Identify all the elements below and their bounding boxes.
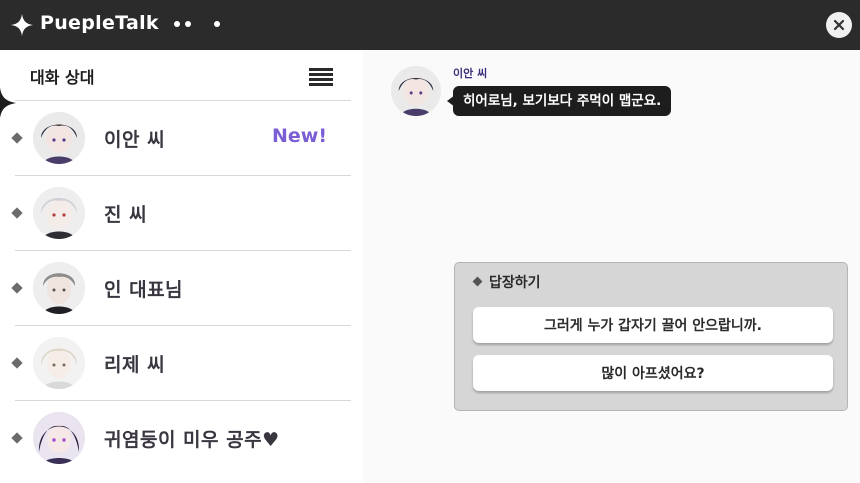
sparkle-icon [11, 14, 33, 36]
avatar [33, 112, 85, 164]
contact-item-miu[interactable]: 귀염둥이 미우 공주♥ [0, 401, 363, 476]
contact-name: 귀염둥이 미우 공주♥ [104, 429, 280, 451]
avatar [33, 412, 85, 464]
contact-item-jin[interactable]: 진 씨 [0, 176, 363, 251]
contact-item-rize[interactable]: 리제 씨 [0, 326, 363, 401]
new-badge: New! [272, 125, 328, 147]
app-title: PuepleTalk [40, 12, 159, 34]
decorative-dot [185, 21, 191, 27]
avatar [33, 187, 85, 239]
contact-name: 리제 씨 [104, 354, 166, 376]
diamond-bullet-icon [11, 132, 23, 144]
contact-name: 진 씨 [104, 204, 148, 226]
reply-title: 답장하기 [489, 275, 541, 291]
contact-item-in[interactable]: 인 대표님 [0, 251, 363, 326]
decorative-dot [214, 21, 220, 27]
contact-name: 이안 씨 [104, 129, 166, 151]
reply-option-button[interactable]: 많이 아프셨어요? [473, 355, 833, 391]
sidebar-header: 대화 상대 [30, 68, 95, 87]
reply-option-button[interactable]: 그러게 누가 갑자기 끌어 안으랍니까. [473, 307, 833, 343]
sender-avatar [391, 66, 441, 116]
avatar [33, 337, 85, 389]
contact-item-ian[interactable]: 이안 씨 New! [0, 101, 363, 176]
title-bar: PuepleTalk [0, 0, 860, 50]
avatar [33, 262, 85, 314]
diamond-bullet-icon [11, 357, 23, 369]
diamond-bullet-icon [11, 432, 23, 444]
message-bubble: 히어로님, 보기보다 주먹이 맵군요. [453, 86, 672, 116]
close-icon [833, 19, 845, 31]
close-button[interactable] [826, 12, 852, 38]
decorative-dot [174, 21, 180, 27]
contact-name: 인 대표님 [104, 279, 184, 301]
message-sender: 이안 씨 [453, 67, 488, 80]
diamond-bullet-icon [11, 207, 23, 219]
hamburger-menu-icon[interactable] [309, 68, 333, 86]
contact-sidebar: 대화 상대 이안 씨 New! 진 씨 인 대표님 리제 씨 귀염둥이 미우 공… [0, 50, 363, 483]
diamond-bullet-icon [11, 282, 23, 294]
